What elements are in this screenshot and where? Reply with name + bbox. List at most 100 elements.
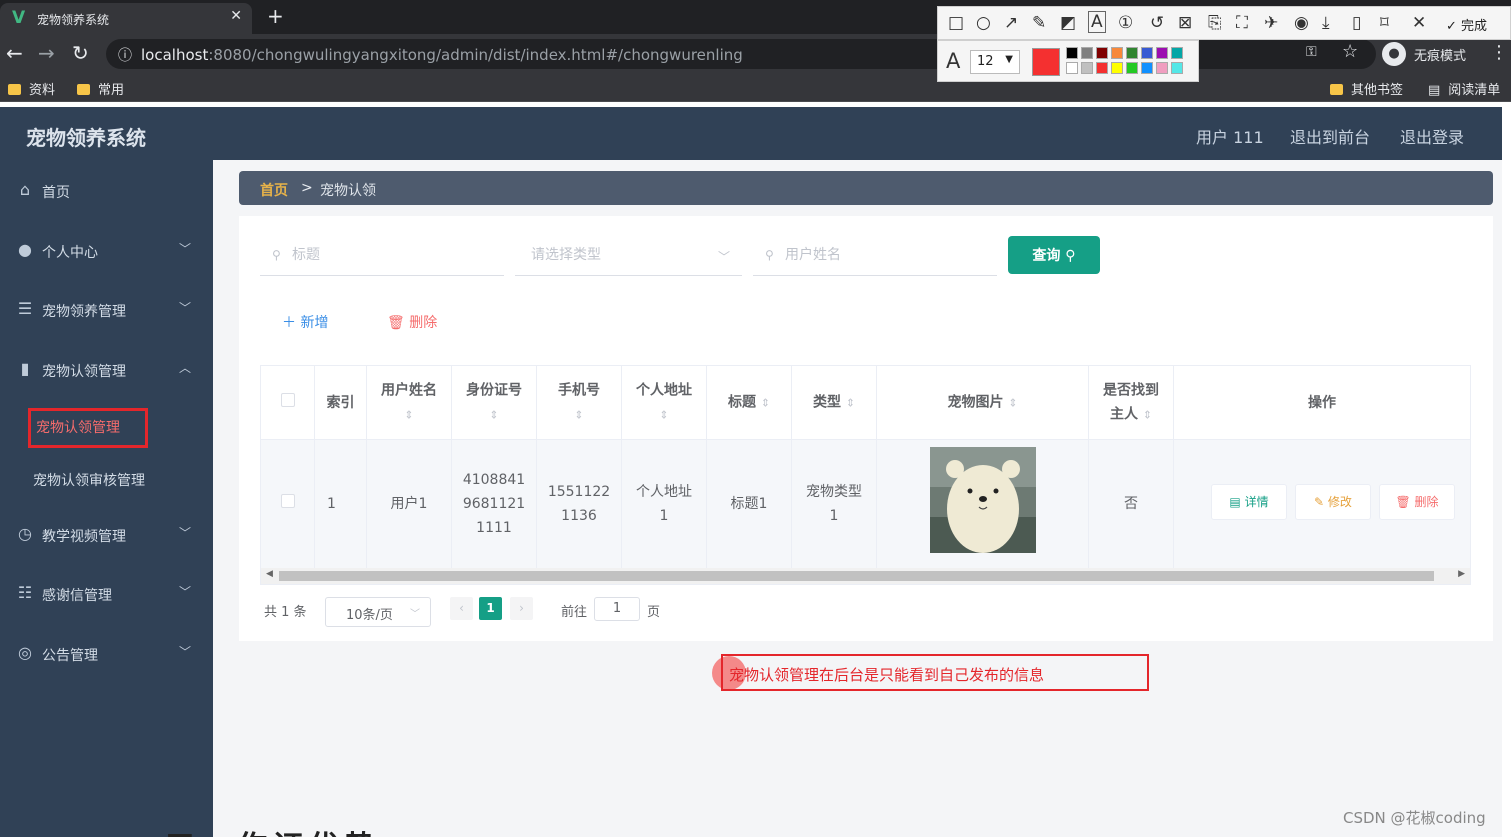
bookmark-icon[interactable]: ⌑ [1380,13,1389,33]
sidebar-item-video[interactable]: ◷ 教学视频管理 ﹀ [0,506,213,562]
current-user: 用户 111 [1196,128,1264,147]
scrollbar-thumb[interactable] [279,571,1434,581]
color-swatch[interactable] [1141,62,1153,74]
color-swatch[interactable] [1096,62,1108,74]
ellipse-tool-icon[interactable]: ○ [976,13,991,33]
batch-delete-button[interactable]: 🗑 删除 [387,312,437,332]
sidebar-item-home[interactable]: ⌂ 首页 [0,162,213,218]
sidebar-item-profile[interactable]: ● 个人中心 ﹀ [0,222,213,278]
title-search-field[interactable]: ⚲ [260,236,504,276]
header-select-all[interactable] [261,366,315,439]
sidebar: ⌂ 首页 ● 个人中心 ﹀ ☰ 宠物领养管理 ﹀ ▮ 宠物认领管理 ︿ 宠物认领… [0,160,213,837]
color-swatch[interactable] [1081,62,1093,74]
color-swatch[interactable] [1171,62,1183,74]
current-color-swatch[interactable] [1032,48,1060,76]
page-size-select[interactable]: 10条/页 ﹀ [325,597,431,627]
logout-link[interactable]: 退出登录 [1400,124,1464,148]
annotation-note-text: 宠物认领管理在后台是只能看到自己发布的信息 [729,666,1045,684]
goto-page-input[interactable]: 1 [594,597,640,621]
back-to-front-link[interactable]: 退出到前台 [1290,124,1370,148]
bookmark-folder[interactable]: 常用 [77,79,124,98]
delete-button[interactable]: 🗑 删除 [1379,484,1455,520]
header-image[interactable]: 宠物图片 ⇕ [877,366,1089,439]
back-icon[interactable]: ← [6,41,23,65]
scroll-left-icon[interactable]: ◀ [266,569,273,579]
done-button[interactable]: ✓ 完成 [1446,15,1487,34]
sidebar-item-adoption[interactable]: ☰ 宠物领养管理 ﹀ [0,281,213,337]
page-number-current[interactable]: 1 [479,597,502,620]
color-swatch[interactable] [1066,47,1078,59]
record-icon[interactable]: ◉ [1294,13,1309,33]
sidebar-item-thanks[interactable]: ☷ 感谢信管理 ﹀ [0,565,213,621]
mosaic-tool-icon[interactable]: ◩ [1060,13,1076,33]
text-tool-icon[interactable]: A [1088,11,1106,33]
undo-icon[interactable]: ↺ [1150,13,1164,33]
row-select[interactable] [261,440,315,568]
browser-tab[interactable]: V 宠物领养系统 ✕ [0,3,252,34]
color-swatch[interactable] [1066,62,1078,74]
download-icon[interactable]: ⤓ [1322,13,1330,33]
pen-tool-icon[interactable]: ✎ [1032,13,1046,33]
sort-icon: ⇕ [760,396,771,409]
save-icon[interactable]: ▯ [1352,13,1361,33]
pin-icon[interactable]: ✈ [1264,13,1278,33]
scroll-right-icon[interactable]: ▶ [1458,569,1465,579]
checkbox[interactable] [280,494,295,508]
new-tab-icon[interactable]: + [267,4,284,28]
reload-icon[interactable]: ↻ [72,41,89,65]
next-page-button[interactable]: › [510,597,533,620]
header-address[interactable]: 个人地址 ⇕ [622,366,707,439]
bookmark-folder-other[interactable]: 其他书签 [1330,79,1403,98]
star-icon[interactable]: ☆ [1342,41,1358,62]
detail-button[interactable]: ▤ 详情 [1211,484,1287,520]
more-menu-icon[interactable]: ⋮ [1490,42,1508,63]
color-swatch[interactable] [1156,47,1168,59]
sidebar-item-claim[interactable]: ▮ 宠物认领管理 ︿ [0,341,213,397]
bookmark-folder[interactable]: 资料 [8,79,55,98]
forward-icon[interactable]: → [38,41,55,65]
pet-image[interactable] [930,447,1036,553]
close-icon[interactable]: ✕ [230,8,242,24]
color-swatch[interactable] [1111,47,1123,59]
type-input[interactable] [515,236,742,274]
color-swatch[interactable] [1096,47,1108,59]
cancel-icon[interactable]: ✕ [1412,13,1426,33]
color-swatch[interactable] [1171,47,1183,59]
color-swatch[interactable] [1156,62,1168,74]
breadcrumb-home[interactable]: 首页 [260,180,288,200]
username-search-field[interactable]: ⚲ [753,236,997,276]
checkbox[interactable] [280,392,295,407]
translate-icon[interactable]: ⎘ [1208,13,1222,33]
color-swatch[interactable] [1111,62,1123,74]
color-swatch[interactable] [1126,47,1138,59]
incognito-indicator[interactable]: ● 无痕模式 [1380,40,1484,68]
info-icon[interactable]: ⓘ [118,45,132,65]
ocr-icon[interactable]: ⊠ [1178,13,1192,33]
color-swatch[interactable] [1126,62,1138,74]
query-button[interactable]: 查询 ⚲ [1008,236,1100,274]
arrow-tool-icon[interactable]: ↗ [1004,13,1018,33]
color-swatch[interactable] [1081,47,1093,59]
header-idcard[interactable]: 身份证号 ⇕ [452,366,537,439]
reading-list[interactable]: ▤ 阅读清单 [1428,79,1500,98]
header-username[interactable]: 用户姓名 ⇕ [367,366,452,439]
sidebar-item-notice[interactable]: ◎ 公告管理 ﹀ [0,625,213,681]
type-select[interactable]: ﹀ [515,236,742,276]
font-size-select[interactable]: 12 ▼ [970,50,1020,74]
prev-page-button[interactable]: ‹ [450,597,473,620]
header-title[interactable]: 标题 ⇕ [707,366,792,439]
title-input[interactable] [260,236,504,274]
key-icon[interactable]: ⚿ [1306,44,1317,60]
rectangle-tool-icon[interactable]: □ [948,13,964,33]
fullscreen-icon[interactable]: ⛶ [1236,13,1248,33]
add-button[interactable]: ＋ 新增 [282,312,328,332]
username-input[interactable] [753,236,997,274]
header-found[interactable]: 是否找到 主人 ⇕ [1089,366,1174,439]
number-tool-icon[interactable]: ① [1118,13,1133,33]
sidebar-subitem-claim-review[interactable]: 宠物认领审核管理 [0,453,213,503]
horizontal-scrollbar[interactable]: ◀ ▶ [261,568,1470,584]
edit-button[interactable]: ✎ 修改 [1295,484,1371,520]
color-swatch[interactable] [1141,47,1153,59]
header-type[interactable]: 类型 ⇕ [792,366,877,439]
header-phone[interactable]: 手机号 ⇕ [537,366,622,439]
